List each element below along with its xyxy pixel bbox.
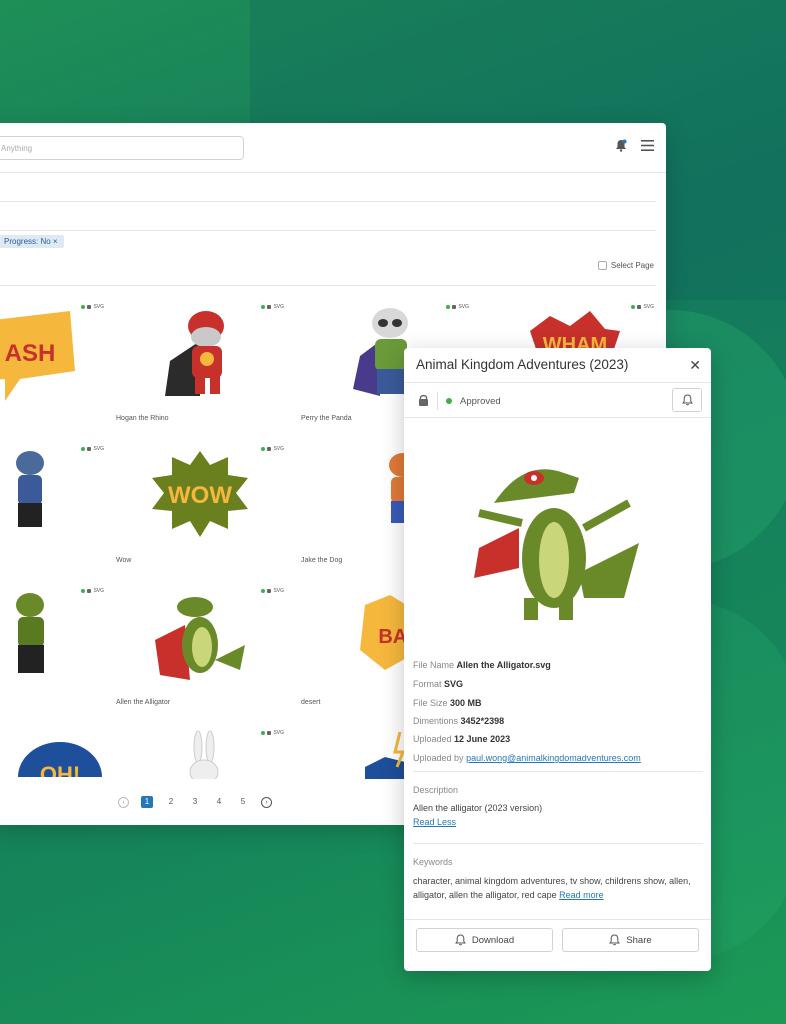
svg-badge: SVG: [631, 304, 654, 310]
bell-icon: [454, 934, 466, 946]
asset-card[interactable]: SVG etah: [0, 575, 110, 715]
keywords-label: Keywords: [413, 857, 453, 867]
page-2-button[interactable]: 2: [165, 796, 177, 808]
uploader-email-link[interactable]: paul.wong@animalkingdomadventures.com: [466, 753, 641, 763]
dimensions-row: Dimentions 3452*2398: [413, 716, 505, 726]
oh-text-art: OH!: [18, 742, 102, 777]
asset-preview-image: [474, 469, 639, 620]
svg-badge: SVG: [261, 588, 284, 594]
svg-badge: SVG: [81, 304, 104, 310]
svg-badge: SVG: [261, 730, 284, 736]
rhino-character-art: [165, 311, 224, 396]
uploaded-by-row: Uploaded by paul.wong@animalkingdomadven…: [413, 753, 641, 763]
download-button[interactable]: Download: [416, 928, 553, 952]
bunny-character-art: [189, 730, 219, 779]
cheetah-character-art: [16, 593, 44, 673]
pagination: ‹ 1 2 3 4 5 ›: [118, 796, 272, 808]
close-icon[interactable]: ✕: [689, 357, 701, 374]
next-page-button[interactable]: ›: [261, 796, 272, 808]
status-dot: [446, 398, 452, 404]
read-less-link[interactable]: Read Less: [413, 817, 456, 827]
panel-title: Animal Kingdom Adventures (2023): [416, 357, 629, 372]
asset-name: desert: [301, 699, 321, 706]
status-badge: Approved: [460, 395, 501, 407]
asset-card[interactable]: SVG Allen the Alligator: [110, 575, 290, 715]
asset-name: Perry the Panda: [301, 415, 352, 422]
asset-detail-panel: Animal Kingdom Adventures (2023) ✕ Appro…: [404, 348, 711, 971]
uploaded-row: Uploaded 12 June 2023: [413, 734, 511, 744]
divider: [0, 172, 666, 173]
svg-badge: SVG: [261, 446, 284, 452]
bell-icon: [681, 394, 693, 406]
svg-text:WOW: WOW: [168, 482, 232, 509]
divider: [0, 201, 656, 202]
status-row: Approved: [418, 392, 501, 410]
prev-page-button[interactable]: ‹: [118, 796, 129, 808]
asset-card[interactable]: SVG Hogan the Rhino: [110, 291, 290, 431]
asset-name: Wow: [116, 557, 132, 564]
svg-badge: SVG: [81, 446, 104, 452]
divider: [413, 771, 703, 772]
file-size-row: File Size 300 MB: [413, 698, 482, 708]
description-label: Description: [413, 785, 459, 795]
divider: [413, 843, 703, 844]
asset-card[interactable]: SVG: [0, 433, 110, 573]
asset-card[interactable]: SVG: [110, 717, 290, 779]
select-page-toggle[interactable]: Select Page: [597, 261, 654, 270]
format-row: Format SVG: [413, 679, 464, 689]
splash-text-art: ASH: [0, 311, 75, 401]
svg-text:ASH: ASH: [5, 340, 56, 367]
divider: [0, 230, 656, 231]
svg-badge: SVG: [446, 304, 469, 310]
divider: [437, 392, 438, 410]
download-label: Download: [471, 934, 515, 946]
asset-card[interactable]: SVG WOW Wow: [110, 433, 290, 573]
description-text: Allen the alligator (2023 version) Read …: [413, 803, 543, 827]
select-page-label: Select Page: [610, 261, 654, 270]
asset-name: Jake the Dog: [301, 557, 343, 564]
search-input[interactable]: Anything: [0, 136, 244, 160]
wow-text-art: WOW: [152, 451, 248, 537]
raccoon-character-art: [16, 451, 44, 527]
page-3-button[interactable]: 3: [189, 796, 201, 808]
divider: [404, 382, 711, 383]
subscribe-button[interactable]: [672, 388, 702, 412]
share-button[interactable]: Share: [562, 928, 699, 952]
page-5-button[interactable]: 5: [237, 796, 249, 808]
notification-bell-icon[interactable]: [615, 139, 627, 152]
divider: [0, 285, 656, 286]
alligator-character-art: [155, 597, 245, 680]
share-label: Share: [626, 934, 652, 946]
lock-icon[interactable]: [418, 394, 429, 409]
asset-name: Allen the Alligator: [116, 699, 171, 706]
page-4-button[interactable]: 4: [213, 796, 225, 808]
top-toolbar: [615, 139, 654, 152]
divider: [404, 417, 711, 418]
menu-icon[interactable]: [641, 140, 654, 151]
divider: [404, 919, 711, 920]
keywords-text: character, animal kingdom adventures, tv…: [413, 876, 691, 900]
read-more-link[interactable]: Read more: [559, 890, 604, 900]
page-1-button[interactable]: 1: [141, 796, 153, 808]
asset-card[interactable]: SVG ASH: [0, 291, 110, 431]
file-name-row: File Name Allen the Alligator.svg: [413, 660, 551, 670]
asset-name: Hogan the Rhino: [116, 415, 169, 422]
select-page-checkbox[interactable]: [597, 261, 607, 270]
bell-icon: [609, 934, 621, 946]
svg-badge: SVG: [261, 304, 284, 310]
filter-chip-progress[interactable]: Progress: No ×: [0, 235, 64, 248]
svg-text:OH!: OH!: [40, 762, 80, 777]
svg-badge: SVG: [81, 588, 104, 594]
